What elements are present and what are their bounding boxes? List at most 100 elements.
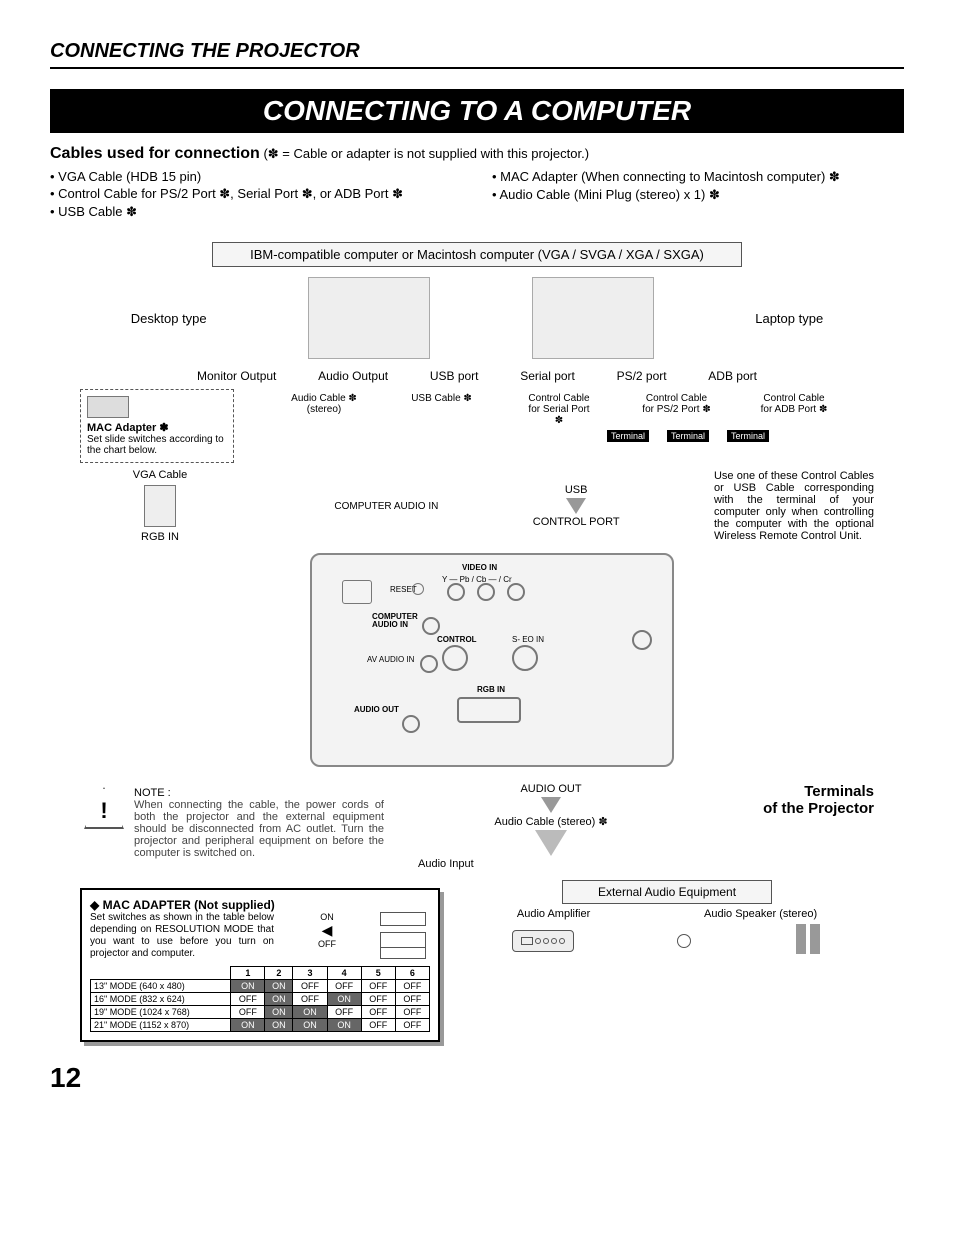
vga-cable-label: VGA Cable: [80, 469, 240, 481]
ps2-cable-label: Control Cable for PS/2 Port ✽: [642, 393, 712, 426]
sw-cell: OFF: [293, 980, 327, 993]
on-label: ON: [282, 912, 372, 922]
desktop-label: Desktop type: [131, 311, 207, 326]
sw-cell: ON: [293, 1006, 327, 1019]
speakers-icon: [794, 924, 822, 957]
laptop-computer-icon: [532, 277, 654, 359]
sw-cell: ON: [327, 1019, 361, 1032]
control-port-icon: [442, 645, 468, 671]
note-body: When connecting the cable, the power cor…: [134, 799, 384, 859]
vga-connector-icon: [144, 485, 176, 527]
sw-cell: ON: [231, 980, 265, 993]
terminals-of-projector-label: Terminals of the Projector: [714, 783, 874, 817]
usb-cable-label: USB Cable ✽: [407, 393, 477, 426]
warning-icon: !: [84, 787, 124, 829]
mode-cell: 16" MODE (832 x 624): [91, 993, 231, 1006]
table-row: 19" MODE (1024 x 768) OFF ON ON OFF OFF …: [91, 1006, 430, 1019]
sw-cell: OFF: [231, 1006, 265, 1019]
panel-svideo: S- EO IN: [512, 635, 544, 644]
panel-video-in: VIDEO IN: [462, 563, 497, 572]
audio-jack-icon: [402, 715, 420, 733]
table-row: 16" MODE (832 x 624) OFF ON OFF ON OFF O…: [91, 993, 430, 1006]
sw-cell: OFF: [293, 993, 327, 1006]
sw-cell: OFF: [361, 1006, 395, 1019]
port-label: Monitor Output: [197, 369, 276, 383]
mac-adapter-table-box: ◆ MAC ADAPTER (Not supplied) Set switche…: [80, 888, 440, 1042]
cable-item: • USB Cable ✽: [50, 204, 462, 220]
computer-type-box: IBM-compatible computer or Macintosh com…: [212, 242, 742, 267]
panel-audio-out: AUDIO OUT: [354, 705, 399, 714]
sw-cell: OFF: [327, 980, 361, 993]
sw-cell: OFF: [395, 980, 429, 993]
sw-cell: OFF: [395, 1019, 429, 1032]
terminal-tag: Terminal: [727, 430, 769, 442]
terminals-line1: Terminals: [714, 783, 874, 800]
arrow-down-icon: [535, 830, 567, 856]
rca-jack-icon: [447, 583, 465, 601]
panel-av-audio-in: AV AUDIO IN: [367, 655, 414, 664]
cables-heading: Cables used for connection: [50, 145, 260, 162]
projector-terminal-panel: VIDEO IN Y — Pb / Cb — / Cr RESET COMPUT…: [310, 553, 674, 767]
serial-cable-label: Control Cable for Serial Port ✽: [524, 393, 594, 426]
mode-cell: 19" MODE (1024 x 768): [91, 1006, 231, 1019]
sw-cell: ON: [231, 1019, 265, 1032]
amplifier-icon: [512, 930, 574, 952]
svideo-port-icon: [512, 645, 538, 671]
jack-icon: [632, 630, 652, 650]
vga-port-icon: [457, 697, 521, 723]
sw-cell: OFF: [327, 1006, 361, 1019]
note-heading: NOTE :: [134, 787, 384, 799]
sw-cell: OFF: [361, 1019, 395, 1032]
sw-cell: ON: [293, 1019, 327, 1032]
col-header: 4: [327, 967, 361, 980]
mode-cell: 13" MODE (640 x 480): [91, 980, 231, 993]
col-header: 2: [265, 967, 293, 980]
usb-port-icon: [342, 580, 372, 604]
mac-adapter-callout: MAC Adapter ✽ Set slide switches accordi…: [80, 389, 234, 463]
col-header: 5: [361, 967, 395, 980]
audio-input-label: Audio Input: [418, 858, 714, 870]
sw-cell: OFF: [395, 1006, 429, 1019]
audio-cable-stereo-label: Audio Cable (stereo) ✽: [388, 815, 714, 828]
cable-item: • Control Cable for PS/2 Port ✽, Serial …: [50, 186, 462, 202]
sw-cell: ON: [265, 980, 293, 993]
audio-cable-label: Audio Cable ✽ (stereo): [289, 393, 359, 426]
audio-amplifier-label: Audio Amplifier: [517, 908, 590, 920]
control-port-label: CONTROL PORT: [533, 516, 620, 528]
rca-jack-icon: [507, 583, 525, 601]
col-header: 1: [231, 967, 265, 980]
port-label: PS/2 port: [617, 369, 667, 383]
dip-switch-illustration: ON ◀ OFF: [282, 912, 372, 949]
audio-out-label: AUDIO OUT: [388, 783, 714, 795]
sw-cell: ON: [265, 1006, 293, 1019]
col-header: 3: [293, 967, 327, 980]
sw-cell: ON: [327, 993, 361, 1006]
adb-cable-label: Control Cable for ADB Port ✽: [759, 393, 829, 426]
port-label: ADB port: [708, 369, 757, 383]
connection-diagram: IBM-compatible computer or Macintosh com…: [50, 242, 904, 1042]
mac-adapter-title: MAC Adapter ✽: [87, 421, 227, 434]
sw-cell: OFF: [395, 993, 429, 1006]
cable-item: • Audio Cable (Mini Plug (stereo) x 1) ✽: [492, 187, 904, 203]
terminal-tag: Terminal: [667, 430, 709, 442]
sw-cell: OFF: [231, 993, 265, 1006]
warning-note-box: ! NOTE : When connecting the cable, the …: [80, 783, 388, 863]
off-label: OFF: [282, 939, 372, 949]
sw-cell: ON: [265, 1019, 293, 1032]
dip-switch-icon: [380, 912, 426, 926]
arrow-down-icon: [566, 498, 586, 514]
adapter-base-icon: [380, 948, 426, 959]
page-number: 12: [50, 1062, 904, 1094]
panel-rgb-in: RGB IN: [477, 685, 505, 694]
col-header: 6: [395, 967, 429, 980]
audio-jack-icon: [422, 617, 440, 635]
sw-cell: ON: [265, 993, 293, 1006]
rca-jack-icon: [477, 583, 495, 601]
port-label: Audio Output: [318, 369, 388, 383]
rgb-in-label: RGB IN: [80, 531, 240, 543]
table-row: 13" MODE (640 x 480) ON ON OFF OFF OFF O…: [91, 980, 430, 993]
usb-label: USB: [533, 484, 620, 496]
mac-table-title: ◆ MAC ADAPTER (Not supplied): [90, 898, 430, 912]
port-label: USB port: [430, 369, 479, 383]
mac-resolution-table: 1 2 3 4 5 6 13" MODE (640 x 480) ON ON O…: [90, 966, 430, 1032]
